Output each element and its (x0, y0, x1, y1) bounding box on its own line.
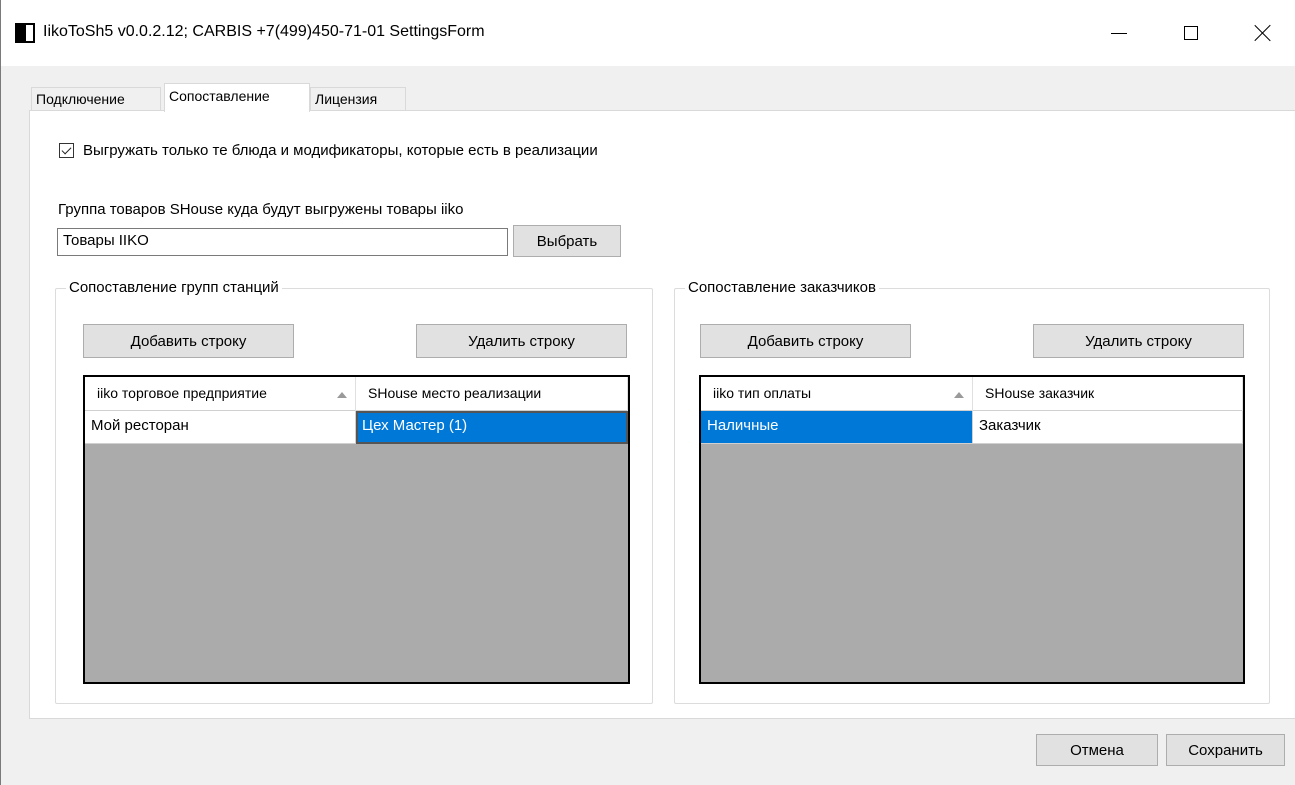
table-cell-selected[interactable]: Цех Мастер (1) (356, 411, 628, 444)
customers-box: Сопоставление заказчиков Добавить строку… (674, 279, 1270, 704)
customers-add-row-button[interactable]: Добавить строку (700, 324, 911, 358)
table-cell[interactable]: Мой ресторан (85, 411, 356, 444)
settings-window: IikoToSh5 v0.0.2.12; CARBIS +7(499)450-7… (0, 0, 1295, 785)
station-groups-grid[interactable]: iiko торговое предприятие SHouse место р… (83, 375, 630, 684)
station-delete-row-button[interactable]: Удалить строку (416, 324, 627, 358)
maximize-button[interactable] (1155, 0, 1227, 66)
column-header-iiko-payment-type[interactable]: iiko тип оплаты (701, 377, 973, 411)
product-group-label: Группа товаров SHouse куда будут выгруже… (58, 201, 464, 218)
title-bar[interactable]: IikoToSh5 v0.0.2.12; CARBIS +7(499)450-7… (1, 0, 1295, 66)
cancel-button[interactable]: Отмена (1036, 734, 1158, 766)
table-row[interactable]: Наличные Заказчик (701, 411, 1243, 444)
export-only-sold-checkbox[interactable] (59, 143, 74, 158)
column-header-label: iiko тип оплаты (713, 385, 812, 401)
station-groups-box: Сопоставление групп станций Добавить стр… (55, 279, 653, 704)
tab-license[interactable]: Лицензия (310, 87, 406, 111)
station-groups-title: Сопоставление групп станций (66, 279, 282, 296)
tab-connection[interactable]: Подключение (31, 87, 161, 111)
customers-title: Сопоставление заказчиков (685, 279, 879, 296)
customers-grid[interactable]: iiko тип оплаты SHouse заказчик Наличные… (699, 375, 1245, 684)
app-icon (15, 23, 35, 43)
column-header-shouse-customer[interactable]: SHouse заказчик (973, 377, 1243, 411)
column-header-label: iiko торговое предприятие (97, 385, 267, 401)
window-title: IikoToSh5 v0.0.2.12; CARBIS +7(499)450-7… (43, 23, 485, 40)
table-cell[interactable]: Заказчик (973, 411, 1243, 444)
minimize-button[interactable] (1083, 0, 1155, 66)
station-add-row-button[interactable]: Добавить строку (83, 324, 294, 358)
tab-mapping[interactable]: Сопоставление (164, 83, 310, 112)
close-icon (1254, 24, 1272, 42)
minimize-icon (1111, 32, 1127, 34)
customers-delete-row-button[interactable]: Удалить строку (1033, 324, 1244, 358)
table-cell-selected[interactable]: Наличные (701, 411, 973, 444)
table-row[interactable]: Мой ресторан Цех Мастер (1) (85, 411, 628, 444)
select-group-button[interactable]: Выбрать (513, 225, 621, 257)
export-only-sold-label[interactable]: Выгружать только те блюда и модификаторы… (83, 142, 598, 159)
sort-ascending-icon (337, 392, 347, 398)
product-group-field[interactable]: Товары IIKO (57, 228, 508, 256)
save-button[interactable]: Сохранить (1166, 734, 1285, 766)
grid-header: iiko торговое предприятие SHouse место р… (85, 377, 628, 411)
maximize-icon (1184, 26, 1198, 40)
sort-ascending-icon (954, 392, 964, 398)
column-header-shouse-place[interactable]: SHouse место реализации (356, 377, 628, 411)
close-button[interactable] (1227, 0, 1295, 66)
export-only-sold-option[interactable]: Выгружать только те блюда и модификаторы… (59, 142, 598, 159)
grid-header: iiko тип оплаты SHouse заказчик (701, 377, 1243, 411)
column-header-iiko-enterprise[interactable]: iiko торговое предприятие (85, 377, 356, 411)
